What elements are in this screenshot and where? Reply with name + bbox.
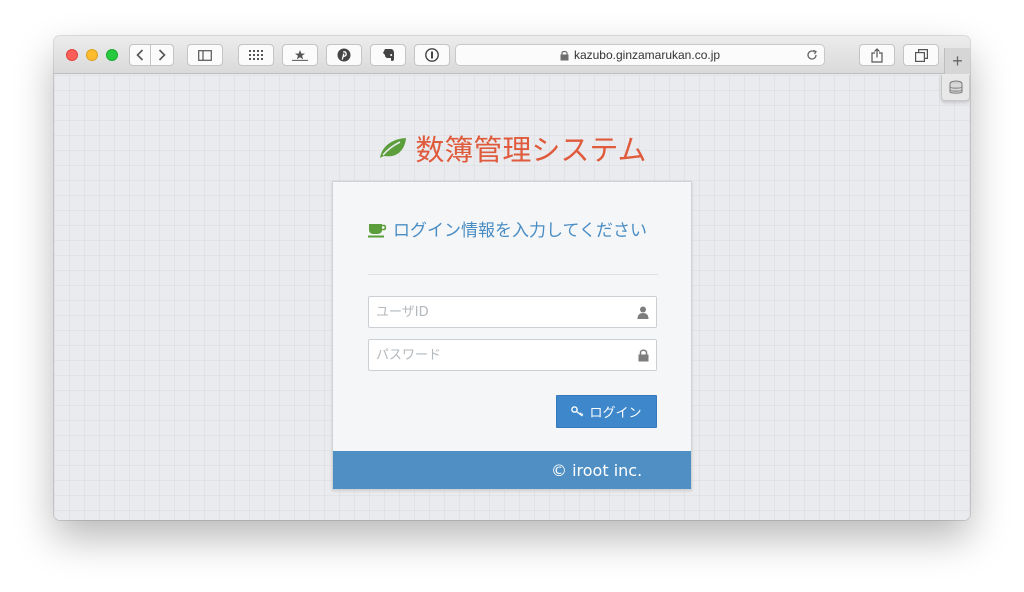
- extension-icon: [949, 80, 962, 94]
- pinterest-button[interactable]: [326, 44, 362, 66]
- brand-title: 数簿管理システム: [415, 133, 647, 167]
- copyright-text: © iroot inc.: [551, 461, 643, 480]
- share-icon: [871, 47, 883, 63]
- tabs-icon: [914, 48, 928, 62]
- sidebar-icon: [198, 49, 212, 61]
- back-icon: [136, 49, 144, 61]
- coffee-cup-icon: [368, 224, 387, 238]
- minimize-window-button[interactable]: [86, 49, 98, 61]
- padlock-icon: [638, 349, 649, 362]
- tabs-overview-button[interactable]: [903, 44, 939, 66]
- browser-window: kazubo.ginzamarukan.co.jp + 数簿管理システム ログイ…: [54, 36, 970, 520]
- login-button[interactable]: ログイン: [556, 395, 657, 428]
- reader-icon: [292, 50, 308, 61]
- key-icon: [571, 406, 584, 417]
- password-input[interactable]: [369, 340, 656, 370]
- panel-footer: © iroot inc.: [333, 451, 691, 489]
- extension-button[interactable]: [941, 75, 970, 101]
- browser-toolbar: kazubo.ginzamarukan.co.jp +: [54, 36, 970, 74]
- top-sites-button[interactable]: [238, 44, 274, 66]
- sidebar-button[interactable]: [187, 44, 223, 66]
- share-button[interactable]: [859, 44, 895, 66]
- heading-divider: [368, 274, 658, 275]
- reload-icon[interactable]: [806, 49, 818, 61]
- evernote-button[interactable]: [370, 44, 406, 66]
- login-panel: ログイン情報を入力してください ログイン © iroot inc.: [332, 181, 692, 490]
- login-heading-text: ログイン情報を入力してください: [393, 221, 647, 241]
- url-text: kazubo.ginzamarukan.co.jp: [573, 48, 721, 62]
- page-content: 数簿管理システム ログイン情報を入力してください ログイン © iroot in…: [54, 75, 970, 520]
- evernote-icon: [382, 49, 394, 61]
- close-window-button[interactable]: [66, 49, 78, 61]
- top-sites-icon: [249, 50, 263, 60]
- onepassword-button[interactable]: [414, 44, 450, 66]
- back-button[interactable]: [129, 44, 151, 66]
- forward-button[interactable]: [151, 44, 174, 66]
- user-icon: [637, 306, 649, 319]
- username-input[interactable]: [369, 297, 656, 327]
- zoom-window-button[interactable]: [106, 49, 118, 61]
- brand-header: 数簿管理システム: [54, 127, 970, 169]
- password-field[interactable]: [368, 339, 657, 371]
- login-button-label: ログイン: [589, 406, 642, 421]
- username-field[interactable]: [368, 296, 657, 328]
- new-tab-button[interactable]: +: [944, 48, 970, 74]
- lock-icon: [560, 50, 569, 60]
- onepassword-icon: [425, 48, 439, 62]
- login-heading: ログイン情報を入力してください: [368, 218, 658, 245]
- reader-button[interactable]: [282, 44, 318, 66]
- leaf-icon: [380, 138, 407, 158]
- pinterest-icon: [337, 48, 351, 62]
- address-bar[interactable]: kazubo.ginzamarukan.co.jp: [455, 44, 825, 66]
- forward-icon: [158, 49, 166, 61]
